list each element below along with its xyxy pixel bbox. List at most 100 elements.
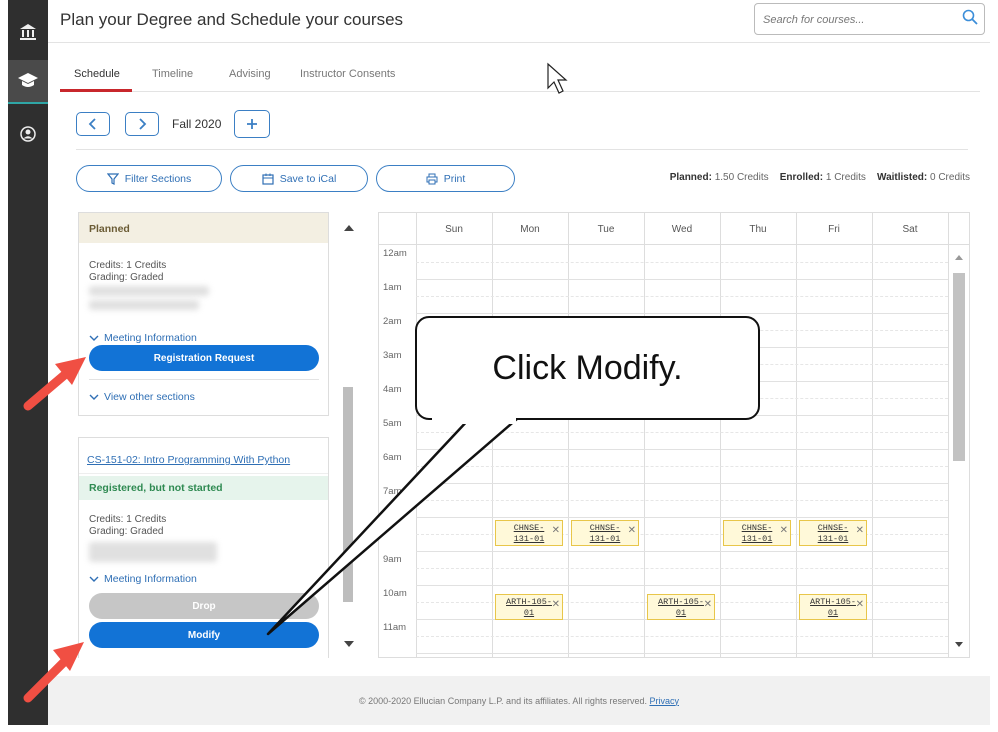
calendar-icon xyxy=(262,173,274,185)
event-line1: CHNSE- xyxy=(741,523,773,533)
time-label: 7am xyxy=(383,486,402,497)
event-line2: 131-01 xyxy=(589,534,621,544)
planned-course-card: Planned Credits: 1 Credits Grading: Grad… xyxy=(78,212,329,416)
event-line2: 131-01 xyxy=(817,534,849,544)
day-header: Sat xyxy=(902,224,918,235)
institution-icon[interactable] xyxy=(8,10,48,54)
planned-label: Planned: xyxy=(669,172,712,183)
add-term-button[interactable] xyxy=(234,110,270,138)
weekly-calendar: Sun Mon Tue Wed Thu Fri Sat 12am 1am 2am… xyxy=(378,212,970,658)
card2-meeting-label: Meeting Information xyxy=(104,573,197,585)
graduation-cap-icon[interactable] xyxy=(8,60,48,104)
filter-sections-button[interactable]: Filter Sections xyxy=(76,165,222,192)
course-title-link[interactable]: CS-151-02: Intro Programming With Python xyxy=(87,454,290,466)
half-hour-line xyxy=(416,568,948,569)
screen: Plan your Degree and Schedule your cours… xyxy=(0,0,998,732)
scroll-down-icon[interactable] xyxy=(343,640,355,648)
time-label: 4am xyxy=(383,384,402,395)
printer-icon xyxy=(426,173,438,184)
close-icon[interactable]: ✕ xyxy=(704,599,712,610)
instruction-callout: Click Modify. xyxy=(415,316,760,420)
hour-line xyxy=(416,653,948,654)
search-icon[interactable] xyxy=(962,9,978,28)
half-hour-line xyxy=(416,636,948,637)
next-term-button[interactable] xyxy=(125,112,159,136)
close-icon[interactable]: ✕ xyxy=(856,525,864,536)
scroll-up-icon[interactable] xyxy=(343,224,355,232)
cards-scroll-thumb[interactable] xyxy=(343,387,353,602)
tab-advising[interactable]: Advising xyxy=(229,68,271,80)
event-line2: 01 xyxy=(523,608,535,618)
view-other-sections-toggle[interactable]: View other sections xyxy=(89,391,195,403)
calendar-day-header: Sun Mon Tue Wed Thu Fri Sat xyxy=(379,213,969,245)
calendar-event-arth[interactable]: ARTH-105- 01 ✕ xyxy=(799,594,867,620)
half-hour-line xyxy=(416,296,948,297)
callout-joint xyxy=(432,416,516,424)
print-button[interactable]: Print xyxy=(376,165,515,192)
day-header: Tue xyxy=(597,224,615,235)
copyright-text: © 2000-2020 Ellucian Company L.P. and it… xyxy=(359,695,647,706)
half-hour-line xyxy=(416,466,948,467)
half-hour-line xyxy=(416,500,948,501)
previous-term-button[interactable] xyxy=(76,112,110,136)
drop-button[interactable]: Drop xyxy=(89,593,319,619)
event-line1: ARTH-105- xyxy=(810,597,856,607)
hour-line xyxy=(416,585,948,586)
close-icon[interactable]: ✕ xyxy=(552,599,560,610)
redacted-instructor xyxy=(89,286,209,296)
calendar-event-chnse[interactable]: CHNSE- 131-01 ✕ xyxy=(799,520,867,546)
time-label: 5am xyxy=(383,418,402,429)
close-icon[interactable]: ✕ xyxy=(552,525,560,536)
chevron-down-icon xyxy=(89,335,99,341)
filter-sections-label: Filter Sections xyxy=(124,172,192,185)
privacy-link[interactable]: Privacy xyxy=(649,696,679,706)
search-input[interactable]: Search for courses... xyxy=(754,3,985,35)
waitlisted-label: Waitlisted: xyxy=(877,172,928,183)
event-line1: CHNSE- xyxy=(589,523,621,533)
time-label: 6am xyxy=(383,452,402,463)
registered-status-bar: Registered, but not started xyxy=(79,476,328,500)
calendar-event-chnse[interactable]: CHNSE- 131-01 ✕ xyxy=(571,520,639,546)
tab-divider xyxy=(60,91,980,92)
card2-meeting-toggle[interactable]: Meeting Information xyxy=(89,573,197,585)
print-label: Print xyxy=(443,172,466,185)
calendar-scroll-thumb[interactable] xyxy=(953,273,965,461)
time-label: 1am xyxy=(383,282,402,293)
modify-button[interactable]: Modify xyxy=(89,622,319,648)
calendar-event-arth[interactable]: ARTH-105- 01 ✕ xyxy=(647,594,715,620)
save-to-ical-button[interactable]: Save to iCal xyxy=(230,165,368,192)
close-icon[interactable]: ✕ xyxy=(856,599,864,610)
time-label: 9am xyxy=(383,554,402,565)
course-cards-list: Planned Credits: 1 Credits Grading: Grad… xyxy=(76,212,334,658)
tab-schedule[interactable]: Schedule xyxy=(74,68,120,80)
hour-line xyxy=(416,551,948,552)
calendar-event-arth[interactable]: ARTH-105- 01 ✕ xyxy=(495,594,563,620)
cards-scrollbar[interactable] xyxy=(338,212,360,656)
time-label: 10am xyxy=(383,588,407,599)
search-placeholder: Search for courses... xyxy=(763,14,865,26)
day-header: Mon xyxy=(520,224,540,235)
calendar-scrollbar[interactable] xyxy=(949,245,969,657)
tab-timeline[interactable]: Timeline xyxy=(152,68,193,80)
card1-grading: Grading: Graded xyxy=(89,272,164,283)
credits-summary: Planned: 1.50 Credits Enrolled: 1 Credit… xyxy=(670,172,970,183)
scroll-up-icon[interactable] xyxy=(954,254,964,261)
redacted-seats xyxy=(89,300,199,310)
card1-meeting-toggle[interactable]: Meeting Information xyxy=(89,332,197,344)
tab-instructor-consents[interactable]: Instructor Consents xyxy=(300,68,395,80)
calendar-event-chnse[interactable]: CHNSE- 131-01 ✕ xyxy=(495,520,563,546)
close-icon[interactable]: ✕ xyxy=(628,525,636,536)
scroll-down-icon[interactable] xyxy=(954,641,964,648)
card1-credits: Credits: 1 Credits xyxy=(89,260,167,271)
card1-divider xyxy=(89,379,319,380)
calendar-event-chnse[interactable]: CHNSE- 131-01 ✕ xyxy=(723,520,791,546)
registration-request-button[interactable]: Registration Request xyxy=(89,345,319,371)
day-header: Wed xyxy=(671,224,693,235)
user-profile-icon[interactable] xyxy=(8,112,48,156)
event-line1: ARTH-105- xyxy=(506,597,552,607)
close-icon[interactable]: ✕ xyxy=(780,525,788,536)
event-line2: 01 xyxy=(827,608,839,618)
left-nav-bar xyxy=(8,0,48,725)
time-label: 12am xyxy=(383,248,407,259)
filter-icon xyxy=(106,172,119,185)
